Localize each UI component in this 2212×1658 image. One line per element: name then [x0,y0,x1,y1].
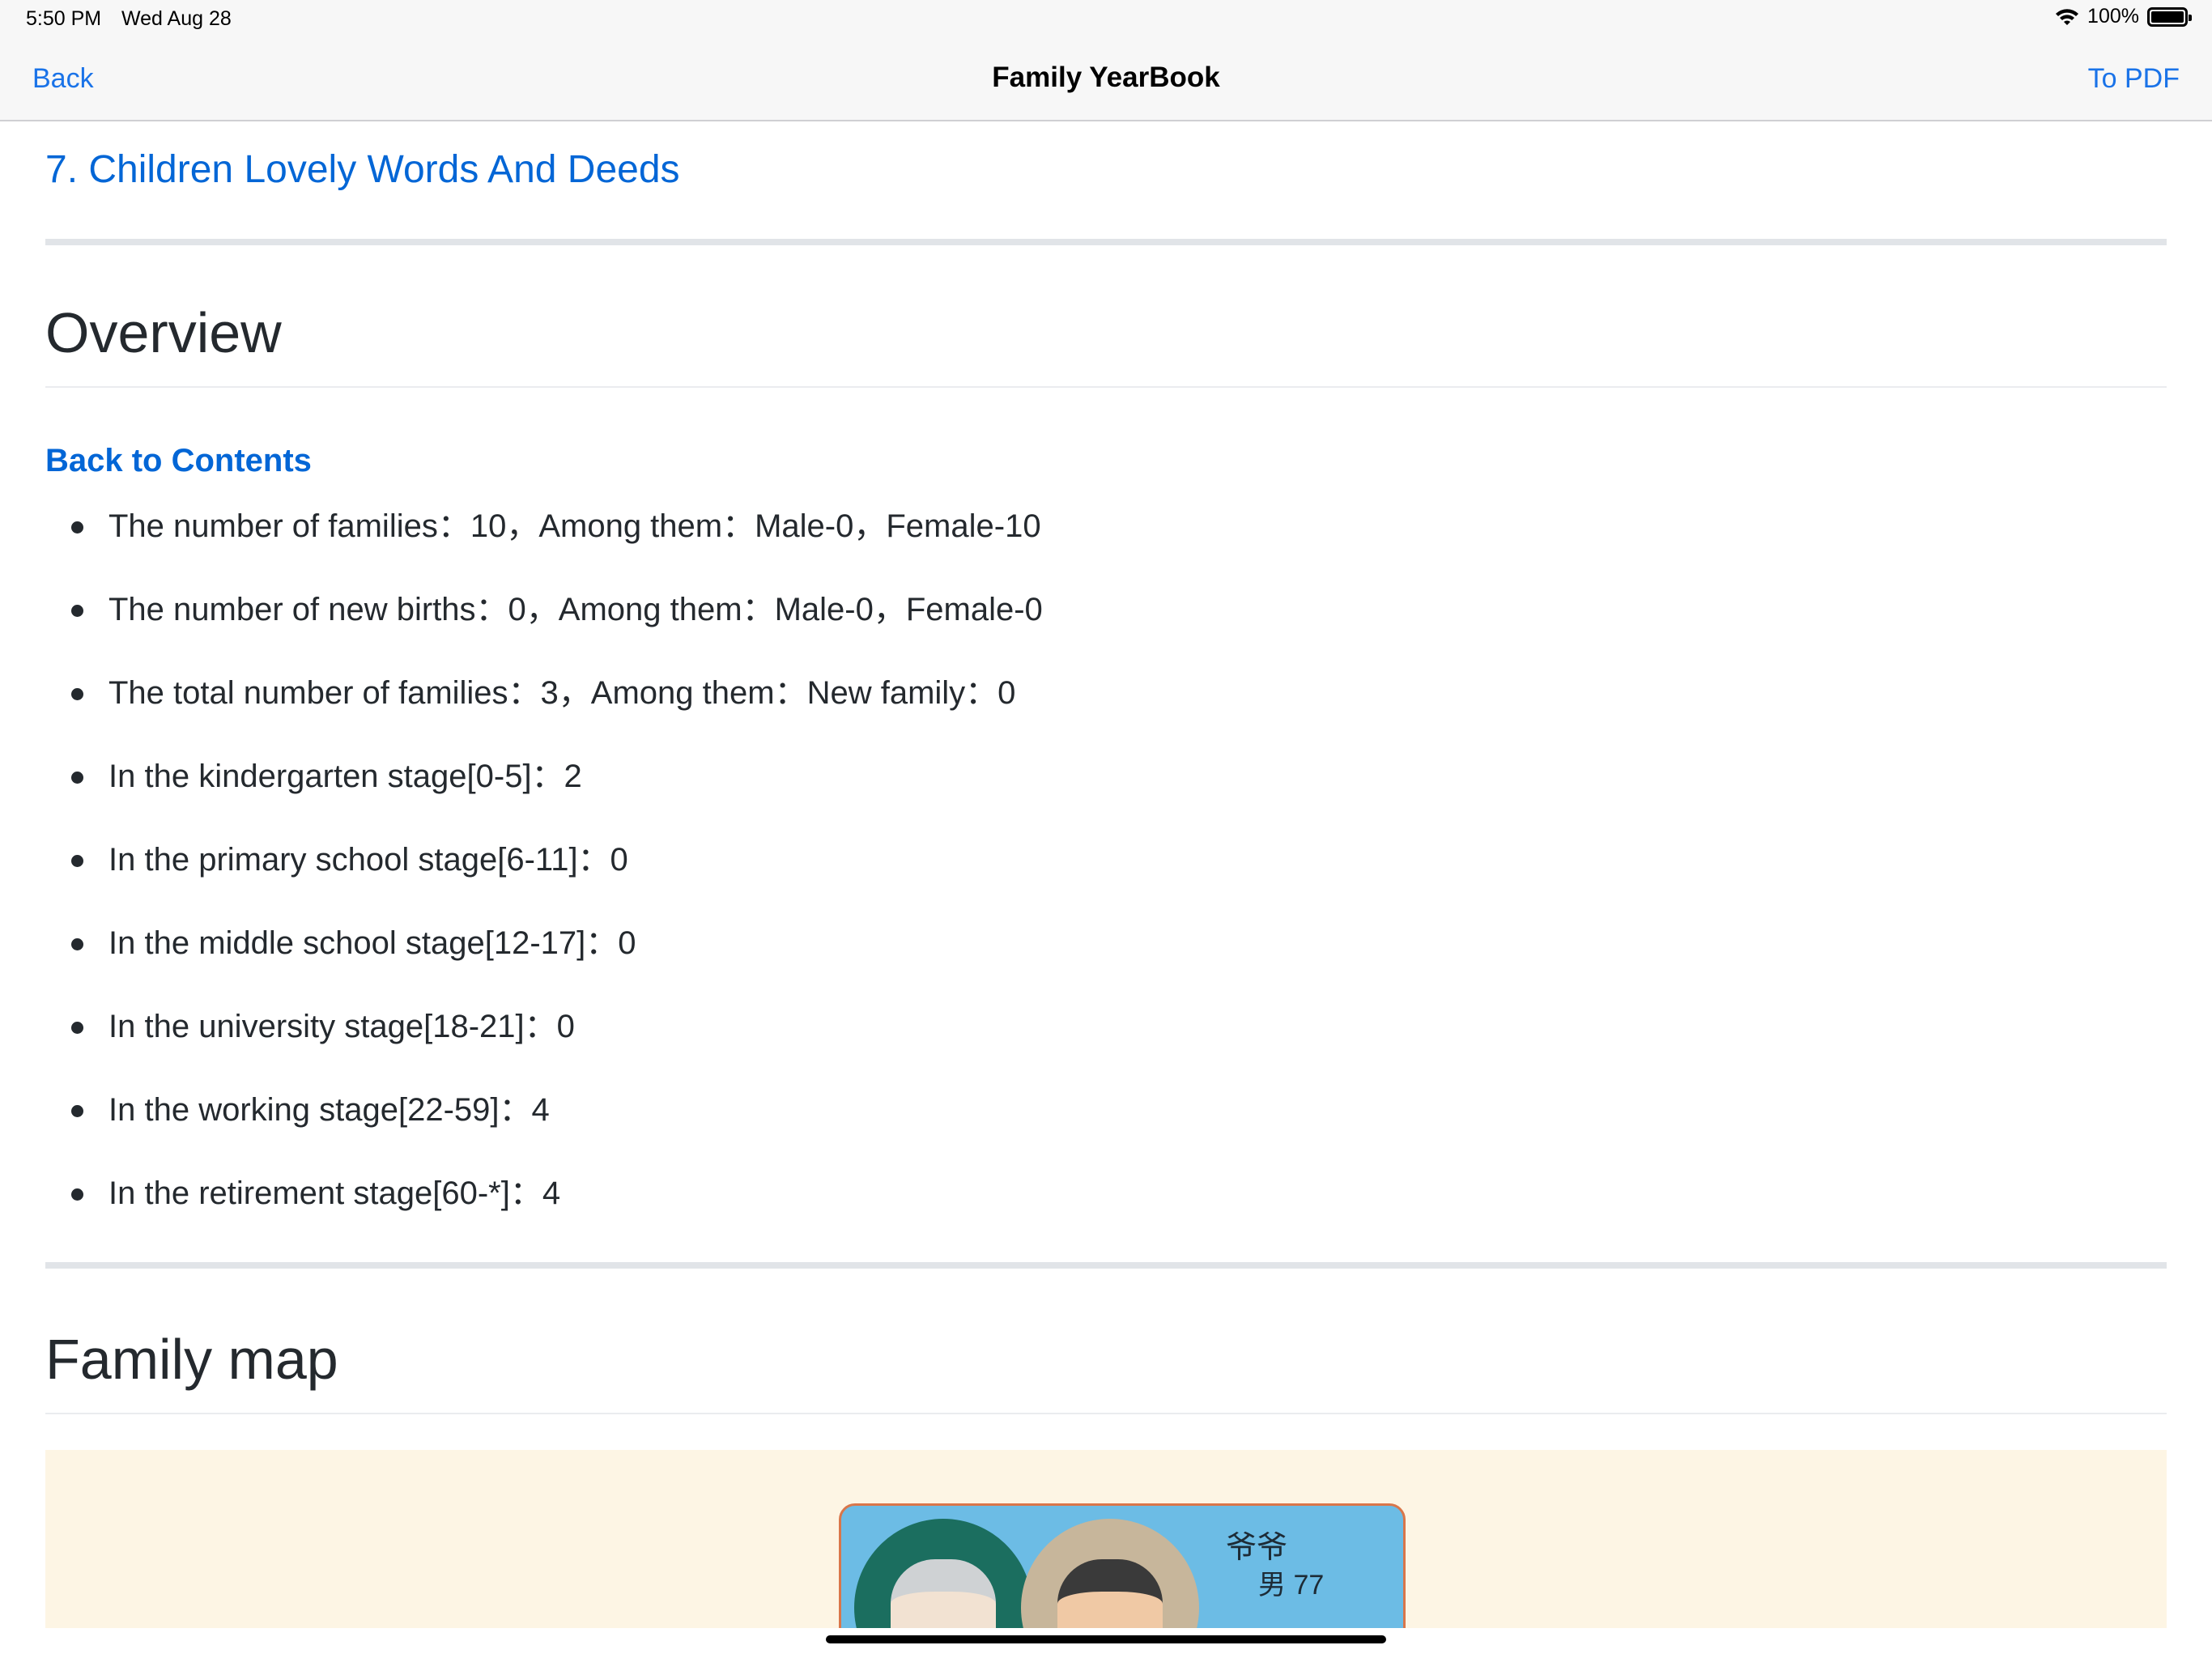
member-name: 爷爷 [1226,1531,1288,1565]
family-map: 爷爷 男 77 [45,1450,2167,1628]
back-to-contents-link[interactable]: Back to Contents [45,443,2167,479]
home-indicator[interactable] [826,1635,1386,1643]
list-item: In the retirement stage[60-*]：4 [63,1169,2167,1252]
divider [45,1262,2167,1269]
list-item: The number of new births：0，Among them：Ma… [63,585,2167,669]
family-member-card[interactable]: 爷爷 男 77 [839,1503,1406,1628]
document-content: 7. Children Lovely Words And Deeds Overv… [45,123,2167,1628]
battery-icon [2147,6,2192,27]
section-link-children[interactable]: 7. Children Lovely Words And Deeds [45,147,2167,192]
list-item: In the primary school stage[6-11]：0 [63,835,2167,919]
status-bar: 5:50 PM Wed Aug 28 100% [0,0,2212,40]
member-info: 男 77 [1258,1570,1325,1601]
navigation-bar: Back Family YearBook To PDF [0,40,2212,121]
list-item: In the kindergarten stage[0-5]：2 [63,752,2167,835]
avatar [854,1519,1032,1628]
family-map-heading: Family map [45,1327,2167,1414]
list-item: In the university stage[18-21]：0 [63,1002,2167,1086]
overview-list: The number of families：10，Among them：Mal… [45,502,2167,1252]
avatar [1021,1519,1199,1628]
wifi-icon [2056,8,2079,25]
to-pdf-button[interactable]: To PDF [2088,63,2180,95]
page-title: Family YearBook [992,62,1220,93]
list-item: The total number of families：3，Among the… [63,669,2167,752]
list-item: In the working stage[22-59]：4 [63,1086,2167,1169]
battery-percent: 100% [2087,5,2139,28]
status-date: Wed Aug 28 [121,7,232,30]
divider [45,239,2167,245]
status-right: 100% [2055,5,2192,28]
overview-heading: Overview [45,300,2167,388]
list-item: The number of families：10，Among them：Mal… [63,502,2167,585]
list-item: In the middle school stage[12-17]：0 [63,919,2167,1002]
status-time: 5:50 PM [26,7,102,30]
